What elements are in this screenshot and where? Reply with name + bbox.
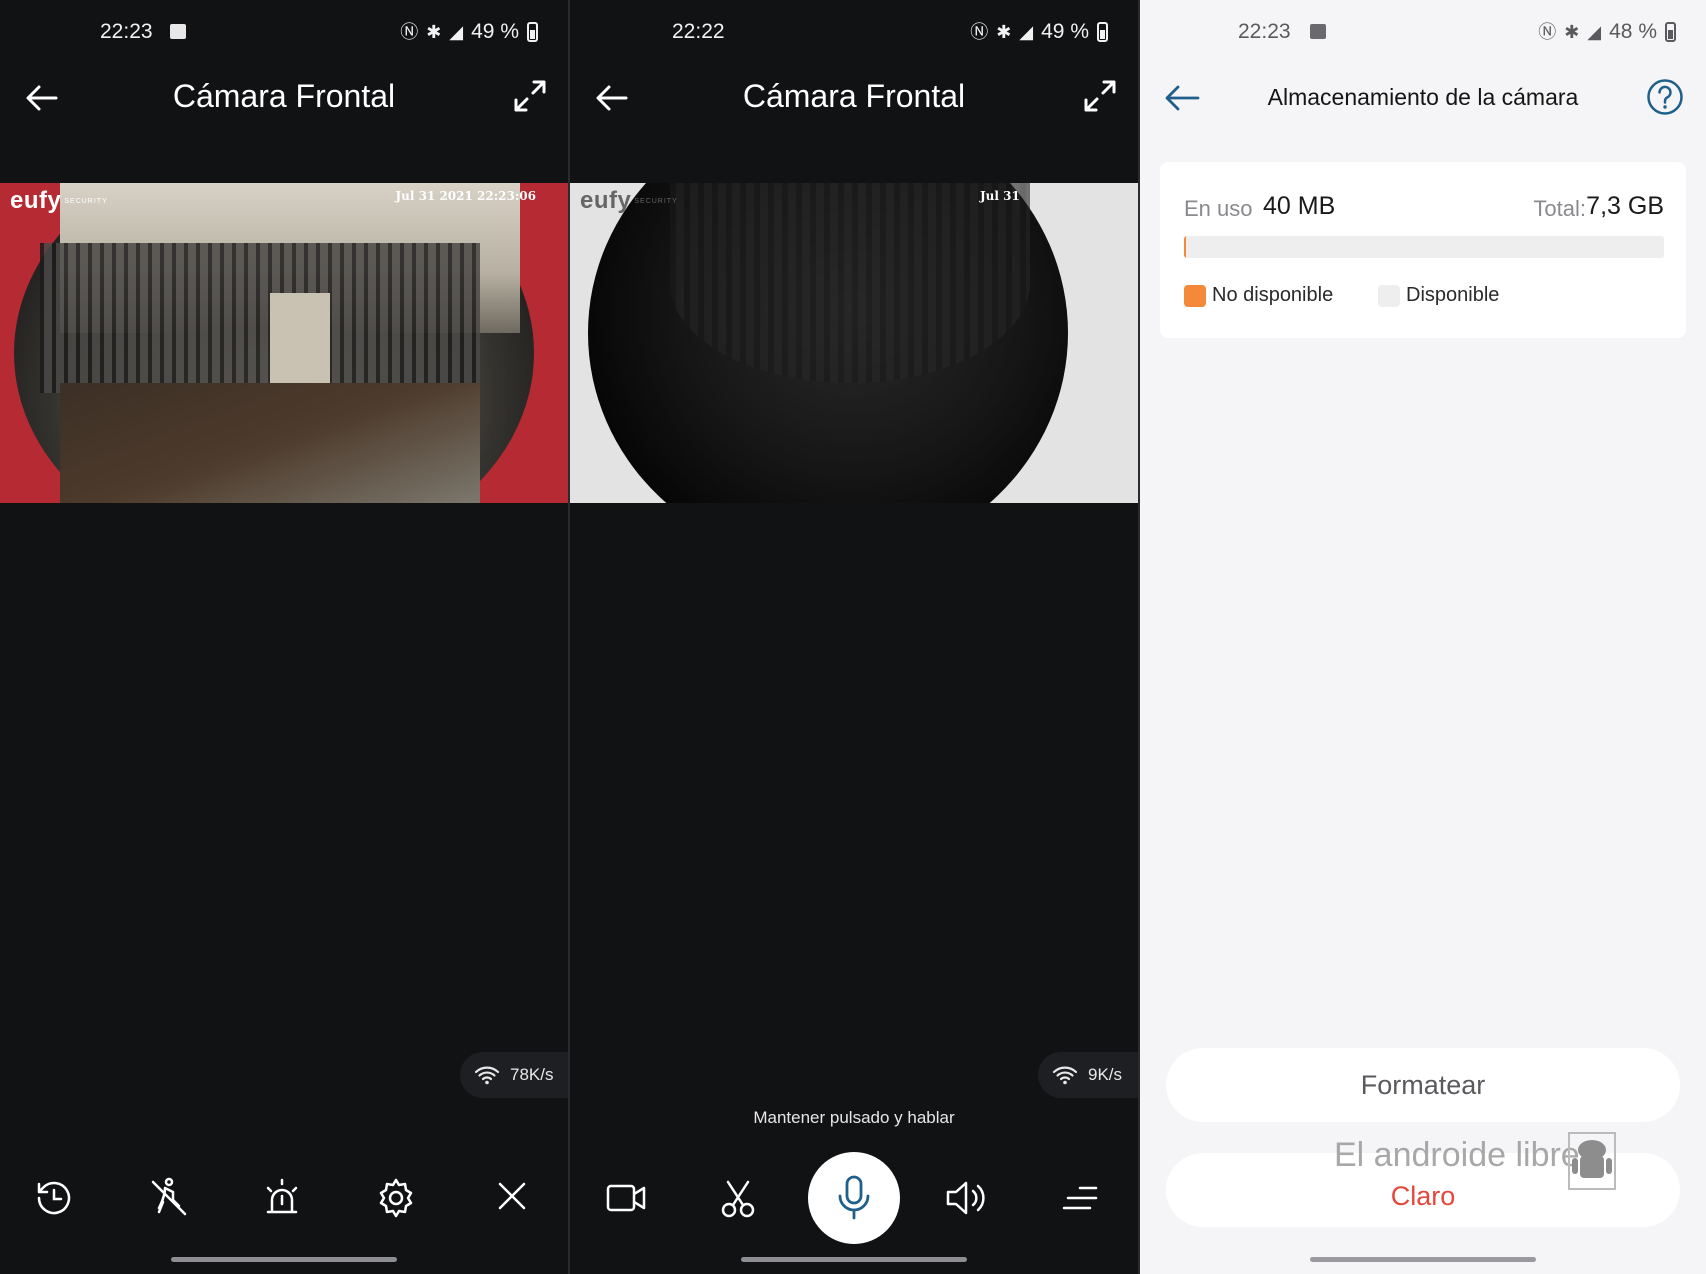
legend-swatch-used — [1184, 284, 1206, 307]
storage-usage-bar — [1184, 236, 1664, 258]
push-to-talk-hint: Mantener pulsado y hablar — [753, 1108, 955, 1127]
talk-view-screen: 22:22 Ⓝ ✱ ◢ 49 % Cámara Frontal eufy SECU… — [570, 0, 1138, 1274]
signal-4g-icon: ◢ — [449, 22, 464, 42]
status-time: 22:23 — [1238, 20, 1291, 43]
wifi-icon — [1052, 1066, 1078, 1085]
storage-screen: 22:23 Ⓝ ✱ ◢ 48 % Almacenamiento de la cá… — [1140, 0, 1706, 1274]
nfc-icon: Ⓝ — [400, 22, 419, 42]
feed-timestamp: Jul 31 — [980, 189, 1020, 203]
battery-icon — [527, 22, 538, 42]
battery-percent: 49 % — [1041, 20, 1089, 43]
total-value: 7,3 GB — [1586, 192, 1664, 220]
home-indicator[interactable] — [741, 1257, 967, 1262]
legend-available: Disponible — [1378, 284, 1499, 307]
fullscreen-icon[interactable] — [510, 76, 550, 116]
gallery-notification-icon — [170, 24, 186, 39]
talk-toolbar — [570, 1152, 1138, 1244]
eufy-logo: eufy SECURITY — [580, 187, 678, 214]
feed-timestamp: Jul 31 2021 22:23:06 — [395, 189, 536, 203]
status-bar: 22:22 Ⓝ ✱ ◢ 49 % — [570, 0, 1138, 64]
feed-ground — [60, 383, 480, 503]
total-label: Total: — [1533, 196, 1586, 221]
status-icons: Ⓝ ✱ ◢ 48 % — [1538, 20, 1676, 44]
battery-percent: 49 % — [471, 20, 519, 43]
bluetooth-icon: ✱ — [426, 22, 442, 42]
nfc-icon: Ⓝ — [970, 22, 989, 42]
push-to-talk-button[interactable] — [808, 1152, 900, 1244]
snapshot-icon[interactable] — [714, 1174, 762, 1222]
close-icon[interactable] — [488, 1174, 536, 1222]
live-toolbar — [0, 1152, 568, 1244]
nfc-icon: Ⓝ — [1538, 22, 1557, 42]
help-icon[interactable] — [1646, 78, 1684, 116]
screens-container: 22:23 Ⓝ ✱ ◢ 49 % Cámara Frontal eufy SECU… — [0, 0, 1706, 1274]
app-bar: Cámara Frontal — [0, 64, 568, 130]
status-bar: 22:23 Ⓝ ✱ ◢ 49 % — [0, 0, 568, 64]
page-title: Cámara Frontal — [172, 78, 396, 114]
feed-night-scene — [670, 183, 1030, 383]
wifi-icon — [474, 1066, 500, 1085]
camera-feed[interactable]: eufy SECURITY Jul 31 — [570, 183, 1138, 503]
page-title: Almacenamiento de la cámara — [1267, 84, 1579, 110]
gallery-notification-icon — [1310, 24, 1326, 39]
feed-fence — [40, 243, 480, 393]
battery-icon — [1665, 22, 1676, 42]
status-time: 22:22 — [672, 20, 725, 43]
status-icons: Ⓝ ✱ ◢ 49 % — [400, 20, 538, 44]
live-view-screen: 22:23 Ⓝ ✱ ◢ 49 % Cámara Frontal eufy SECU… — [0, 0, 568, 1274]
signal-4g-icon: ◢ — [1587, 22, 1602, 42]
storage-card: En uso 40 MB Total: 7,3 GB No disponible… — [1160, 162, 1686, 338]
home-indicator[interactable] — [171, 1257, 397, 1262]
legend-available-label: Disponible — [1406, 284, 1500, 306]
storage-usage-fill — [1184, 236, 1187, 258]
page-title: Cámara Frontal — [742, 78, 966, 114]
microphone-icon — [838, 1175, 870, 1220]
bitrate-value: 9K/s — [1088, 1065, 1123, 1084]
signal-4g-icon: ◢ — [1019, 22, 1034, 42]
legend-unavailable-label: No disponible — [1212, 284, 1334, 306]
bluetooth-icon: ✱ — [996, 22, 1012, 42]
bitrate-indicator: 9K/s — [1038, 1052, 1138, 1098]
status-bar: 22:23 Ⓝ ✱ ◢ 48 % — [1140, 0, 1706, 64]
menu-icon[interactable] — [1056, 1174, 1104, 1222]
bluetooth-icon: ✱ — [1564, 22, 1580, 42]
format-button[interactable]: Formatear — [1166, 1048, 1680, 1122]
camera-feed[interactable]: eufy SECURITY Jul 31 2021 22:23:06 — [0, 183, 568, 503]
bitrate-value: 78K/s — [510, 1065, 554, 1084]
legend-swatch-free — [1378, 284, 1400, 307]
speaker-icon[interactable] — [942, 1174, 990, 1222]
motion-off-icon[interactable] — [145, 1174, 193, 1222]
history-icon[interactable] — [30, 1174, 78, 1222]
record-icon[interactable] — [602, 1174, 650, 1222]
app-bar: Almacenamiento de la cámara — [1140, 64, 1706, 130]
legend-unavailable: No disponible — [1184, 284, 1333, 307]
clear-button[interactable]: Claro — [1166, 1153, 1680, 1227]
used-label: En uso — [1184, 196, 1253, 221]
settings-icon[interactable] — [372, 1174, 420, 1222]
alarm-icon[interactable] — [258, 1174, 306, 1222]
used-value: 40 MB — [1263, 192, 1336, 220]
eufy-logo: eufy SECURITY — [10, 187, 108, 214]
battery-percent: 48 % — [1609, 20, 1657, 43]
fullscreen-icon[interactable] — [1080, 76, 1120, 116]
home-indicator[interactable] — [1310, 1257, 1536, 1262]
bitrate-indicator: 78K/s — [460, 1052, 568, 1098]
status-icons: Ⓝ ✱ ◢ 49 % — [970, 20, 1108, 44]
app-bar: Cámara Frontal — [570, 64, 1138, 130]
status-time: 22:23 — [100, 20, 153, 43]
battery-icon — [1097, 22, 1108, 42]
